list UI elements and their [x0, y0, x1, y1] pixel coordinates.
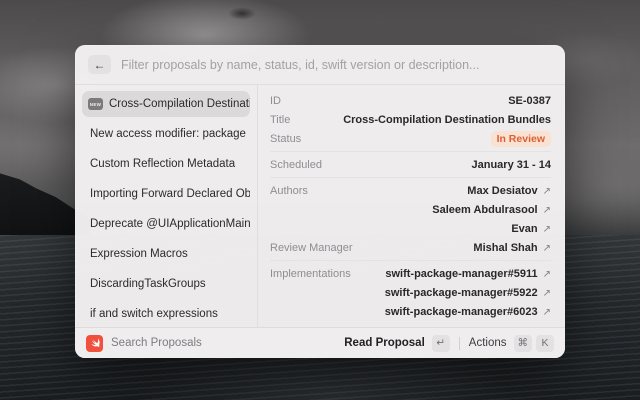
- list-item-label: Custom Reflection Metadata: [90, 158, 235, 170]
- meta-row-title: Title Cross-Compilation Destination Bund…: [270, 110, 551, 129]
- authors-row-3: Evan ↗: [270, 219, 551, 238]
- divider: [270, 151, 551, 152]
- review-manager-name: Mishal Shah: [473, 242, 537, 254]
- background-bird-smudge: [228, 7, 256, 20]
- external-link-icon: ↗: [543, 186, 551, 197]
- author-name: Saleem Abdulrasool: [432, 204, 537, 216]
- list-item-discarding-taskgroups[interactable]: DiscardingTaskGroups: [82, 271, 250, 297]
- launcher-window: ← NEW Cross-Compilation Destinatio... Ne…: [75, 45, 565, 358]
- meta-value: SE-0387: [508, 95, 551, 107]
- author-link[interactable]: Saleem Abdulrasool ↗: [432, 204, 551, 216]
- meta-value: January 31 - 14: [472, 159, 552, 171]
- implementations-row-3: swift-package-manager#6023 ↗: [270, 302, 551, 321]
- list-item-deprecate-uiapplicationmain[interactable]: Deprecate @UIApplicationMain a...: [82, 211, 250, 237]
- review-manager-label: Review Manager: [270, 242, 353, 254]
- author-name: Max Desiatov: [467, 185, 537, 197]
- list-item-reflection-metadata[interactable]: Custom Reflection Metadata: [82, 151, 250, 177]
- implementation-name: swift-package-manager#5922: [385, 287, 538, 299]
- swift-bird-glyph: [89, 337, 101, 349]
- review-manager-row: Review Manager Mishal Shah ↗: [270, 238, 551, 257]
- list-item-if-switch-expressions[interactable]: if and switch expressions: [82, 301, 250, 327]
- enter-key-icon: ↵: [432, 335, 450, 352]
- search-input[interactable]: [121, 58, 552, 72]
- k-key-icon: K: [536, 335, 554, 352]
- implementation-link[interactable]: swift-package-manager#5911 ↗: [385, 268, 551, 280]
- authors-row-1: Authors Max Desiatov ↗: [270, 181, 551, 200]
- list-item-forward-declared[interactable]: Importing Forward Declared Obj...: [82, 181, 250, 207]
- list-item-cross-compilation[interactable]: NEW Cross-Compilation Destinatio...: [82, 91, 250, 117]
- status-badge: In Review: [491, 131, 551, 147]
- external-link-icon: ↗: [543, 288, 551, 299]
- meta-label: Scheduled: [270, 159, 322, 171]
- implementation-name: swift-package-manager#5911: [385, 268, 537, 280]
- back-arrow-icon: ←: [94, 58, 106, 72]
- search-bar: ←: [75, 45, 565, 85]
- footer-divider: [459, 337, 460, 350]
- meta-label: Title: [270, 114, 290, 126]
- implementation-link[interactable]: swift-package-manager#5922 ↗: [385, 287, 551, 299]
- author-name: Evan: [511, 223, 537, 235]
- author-link[interactable]: Max Desiatov ↗: [467, 185, 551, 197]
- list-item-label: Deprecate @UIApplicationMain a...: [90, 218, 250, 230]
- content-area: NEW Cross-Compilation Destinatio... New …: [75, 85, 565, 327]
- actions-menu-button[interactable]: Actions: [469, 337, 507, 349]
- meta-label: ID: [270, 95, 281, 107]
- read-proposal-button[interactable]: Read Proposal: [344, 337, 425, 349]
- implementations-row-1: Implementations swift-package-manager#59…: [270, 264, 551, 283]
- list-item-label: if and switch expressions: [90, 308, 218, 320]
- external-link-icon: ↗: [543, 307, 551, 318]
- status-badge-wrap: In Review: [491, 133, 551, 145]
- implementations-label: Implementations: [270, 268, 351, 280]
- action-bar: Search Proposals Read Proposal ↵ Actions…: [75, 327, 565, 358]
- external-link-icon: ↗: [543, 205, 551, 216]
- footer-actions: Read Proposal ↵ Actions ⌘ K: [344, 335, 554, 352]
- list-item-label: Expression Macros: [90, 248, 188, 260]
- detail-panel: ID SE-0387 Title Cross-Compilation Desti…: [258, 85, 565, 327]
- meta-value: Cross-Compilation Destination Bundles: [343, 114, 551, 126]
- list-item-label: New access modifier: package: [90, 128, 246, 140]
- divider: [270, 177, 551, 178]
- meta-label: Status: [270, 133, 301, 145]
- list-item-label: Importing Forward Declared Obj...: [90, 188, 250, 200]
- proposal-list: NEW Cross-Compilation Destinatio... New …: [75, 85, 258, 327]
- meta-row-status: Status In Review: [270, 129, 551, 148]
- new-badge-icon: NEW: [88, 98, 103, 110]
- divider: [270, 260, 551, 261]
- meta-row-scheduled: Scheduled January 31 - 14: [270, 155, 551, 174]
- meta-row-id: ID SE-0387: [270, 91, 551, 110]
- cmd-key-icon: ⌘: [514, 335, 533, 352]
- authors-label: Authors: [270, 185, 308, 197]
- list-item-label: Cross-Compilation Destinatio...: [109, 98, 250, 110]
- list-item-label: DiscardingTaskGroups: [90, 278, 206, 290]
- command-title: Search Proposals: [111, 337, 202, 349]
- external-link-icon: ↗: [543, 269, 551, 280]
- back-button[interactable]: ←: [88, 55, 111, 74]
- list-item-expression-macros[interactable]: Expression Macros: [82, 241, 250, 267]
- external-link-icon: ↗: [543, 243, 551, 254]
- list-item-package-modifier[interactable]: New access modifier: package: [82, 121, 250, 147]
- external-link-icon: ↗: [543, 224, 551, 235]
- implementation-name: swift-package-manager#6023: [385, 306, 538, 318]
- author-link[interactable]: Evan ↗: [511, 223, 551, 235]
- authors-row-2: Saleem Abdulrasool ↗: [270, 200, 551, 219]
- swift-logo-icon: [86, 335, 103, 352]
- implementations-row-2: swift-package-manager#5922 ↗: [270, 283, 551, 302]
- review-manager-link[interactable]: Mishal Shah ↗: [473, 242, 551, 254]
- implementation-link[interactable]: swift-package-manager#6023 ↗: [385, 306, 551, 318]
